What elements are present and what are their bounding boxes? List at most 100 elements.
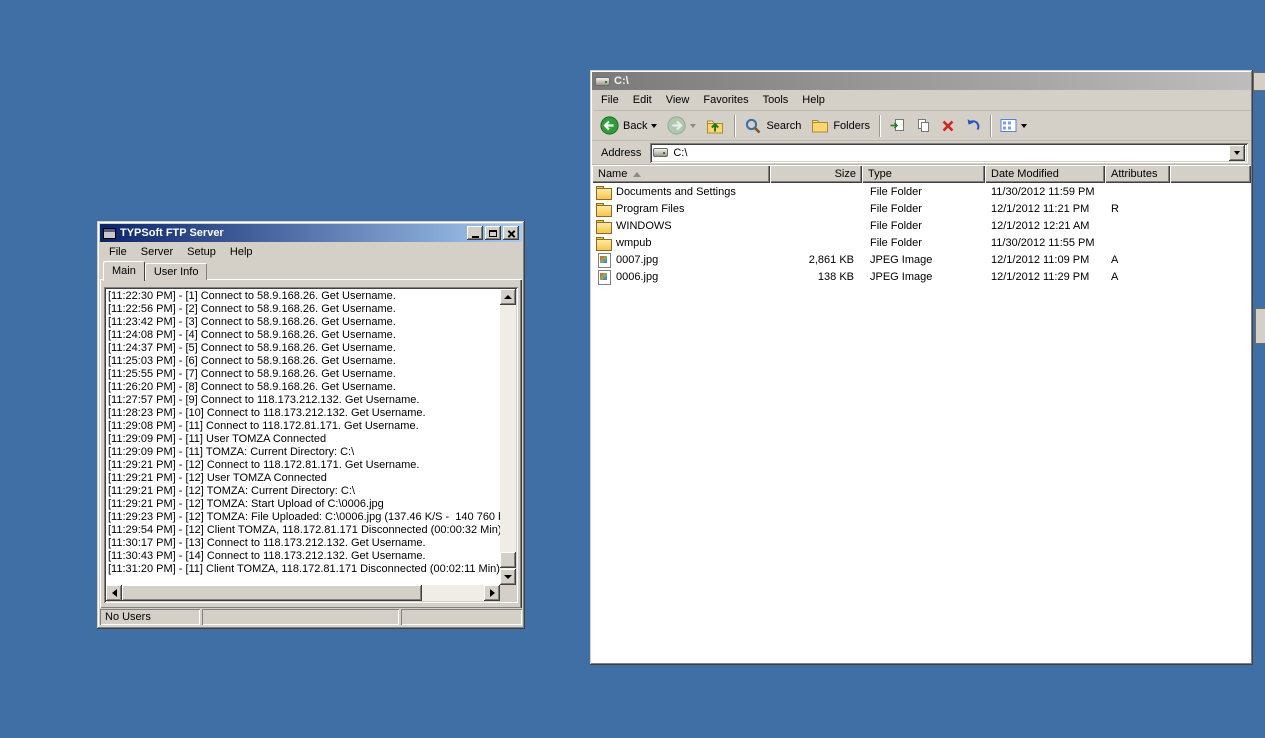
file-name-cell: Documents and Settings <box>592 183 770 200</box>
tab-main[interactable]: Main <box>103 261 145 281</box>
menu-item[interactable]: Help <box>223 244 260 260</box>
toolbar-separator <box>990 114 992 137</box>
file-row[interactable]: wmpub File Folder 11/30/2012 11:55 PM <box>592 234 1251 251</box>
background-window-fragment <box>1253 72 1265 91</box>
menu-item[interactable]: File <box>594 92 626 108</box>
close-button[interactable] <box>503 226 519 240</box>
views-button[interactable] <box>996 113 1031 139</box>
vertical-scrollbar-thumb[interactable] <box>500 552 516 568</box>
forward-button[interactable] <box>663 113 700 139</box>
address-dropdown-button[interactable] <box>1229 144 1245 161</box>
log-line: [11:29:08 PM] - [11] Connect to 118.172.… <box>108 420 419 432</box>
tab-user-info[interactable]: User Info <box>144 263 208 280</box>
scroll-right-button[interactable] <box>484 585 500 601</box>
scrollbar-corner <box>500 585 516 601</box>
ftp-menubar: File Server Setup Help <box>102 243 260 260</box>
file-row[interactable]: 0007.jpg 2,861 KB JPEG Image 12/1/2012 1… <box>592 251 1251 268</box>
ftp-log-area[interactable]: [11:22:30 PM] - [1] Connect to 58.9.168.… <box>104 287 518 603</box>
vertical-scrollbar[interactable] <box>500 289 516 585</box>
arrow-down-icon <box>504 575 512 579</box>
file-attributes-cell <box>1105 217 1170 234</box>
ftp-server-window: TYPSoft FTP Server File Server Setup Help M… <box>97 221 525 629</box>
drive-icon <box>653 148 669 157</box>
column-header-attributes[interactable]: Attributes <box>1105 165 1170 183</box>
background-window-fragment <box>1255 308 1265 344</box>
minimize-button[interactable] <box>467 226 483 240</box>
log-line: [11:29:21 PM] - [12] Connect to 118.172.… <box>108 459 420 471</box>
search-button[interactable]: Search <box>740 113 805 139</box>
views-icon <box>1000 119 1017 132</box>
horizontal-scrollbar-thumb[interactable] <box>122 585 422 601</box>
back-icon <box>600 116 619 135</box>
file-icon <box>596 202 612 217</box>
file-row[interactable]: Program Files File Folder 12/1/2012 11:2… <box>592 200 1251 217</box>
explorer-titlebar[interactable]: C:\ <box>592 72 1251 90</box>
menu-item[interactable]: Setup <box>180 244 223 260</box>
file-row[interactable]: 0006.jpg 138 KB JPEG Image 12/1/2012 11:… <box>592 268 1251 285</box>
file-row[interactable]: WINDOWS File Folder 12/1/2012 12:21 AM <box>592 217 1251 234</box>
up-button[interactable] <box>702 113 729 139</box>
file-modified-cell: 11/30/2012 11:55 PM <box>991 236 1095 249</box>
maximize-button[interactable] <box>485 226 501 240</box>
copy-to-button[interactable] <box>911 113 935 139</box>
explorer-window-title: C:\ <box>614 75 629 87</box>
file-attributes-cell <box>1105 234 1170 251</box>
explorer-toolbar: Back Search Folders <box>592 111 1251 141</box>
column-header-filler <box>1170 165 1251 183</box>
menu-item[interactable]: View <box>659 92 697 108</box>
menu-item[interactable]: Edit <box>626 92 659 108</box>
file-list: Documents and Settings File Folder 11/30… <box>592 183 1251 663</box>
file-type-cell: File Folder <box>870 219 922 232</box>
folders-button[interactable]: Folders <box>807 113 874 139</box>
file-attributes-cell: A <box>1111 270 1119 283</box>
log-line: [11:29:09 PM] - [11] User TOMZA Connecte… <box>108 433 327 445</box>
folders-icon <box>812 119 829 132</box>
column-header-date-modified[interactable]: Date Modified <box>985 165 1105 183</box>
file-attributes-cell: A <box>1111 253 1119 266</box>
file-row[interactable]: Documents and Settings File Folder 11/30… <box>592 183 1251 200</box>
file-size-cell <box>770 234 862 251</box>
file-size-cell <box>770 183 862 200</box>
file-modified-cell: 12/1/2012 11:09 PM <box>991 253 1090 266</box>
file-icon <box>596 185 612 200</box>
column-header-size[interactable]: Size <box>770 165 862 183</box>
file-type-cell: File Folder <box>870 202 922 215</box>
back-dropdown-icon[interactable] <box>651 123 658 128</box>
address-input[interactable]: C:\ <box>650 142 1248 163</box>
back-button[interactable]: Back <box>596 113 661 139</box>
menu-item[interactable]: Help <box>795 92 832 108</box>
file-size-cell <box>770 200 862 217</box>
ftp-tabstrip: Main User Info <box>103 261 208 281</box>
ftp-titlebar[interactable]: TYPSoft FTP Server <box>100 224 522 242</box>
delete-button[interactable] <box>937 113 959 139</box>
file-modified-cell: 11/30/2012 11:59 PM <box>991 185 1095 198</box>
file-icon <box>596 269 612 285</box>
delete-icon <box>942 120 954 131</box>
scroll-up-button[interactable] <box>500 289 516 305</box>
undo-icon <box>967 119 980 131</box>
views-dropdown-icon[interactable] <box>1021 123 1028 128</box>
file-attributes-cell <box>1105 183 1170 200</box>
undo-button[interactable] <box>961 113 985 139</box>
forward-icon <box>667 116 687 135</box>
scroll-left-button[interactable] <box>106 585 122 601</box>
log-line: [11:29:09 PM] - [11] TOMZA: Current Dire… <box>108 446 355 458</box>
column-header-type[interactable]: Type <box>862 165 985 183</box>
menu-item[interactable]: Server <box>134 244 180 260</box>
log-line: [11:24:37 PM] - [5] Connect to 58.9.168.… <box>108 342 396 354</box>
column-header-name[interactable]: Name <box>592 165 770 183</box>
log-line: [11:29:21 PM] - [12] TOMZA: Current Dire… <box>108 485 355 497</box>
file-size-cell: 2,861 KB <box>808 253 854 266</box>
horizontal-scrollbar[interactable] <box>106 585 500 601</box>
move-to-button[interactable] <box>885 113 909 139</box>
ftp-window-title: TYPSoft FTP Server <box>120 227 224 239</box>
log-line: [11:30:43 PM] - [14] Connect to 118.173.… <box>108 550 426 562</box>
file-size-cell <box>770 217 862 234</box>
menu-item[interactable]: Tools <box>756 92 796 108</box>
menu-item[interactable]: File <box>102 244 134 260</box>
arrow-right-icon <box>489 589 495 597</box>
file-name: WINDOWS <box>616 219 672 232</box>
file-icon <box>596 219 612 234</box>
scroll-down-button[interactable] <box>500 569 516 585</box>
menu-item[interactable]: Favorites <box>696 92 755 108</box>
